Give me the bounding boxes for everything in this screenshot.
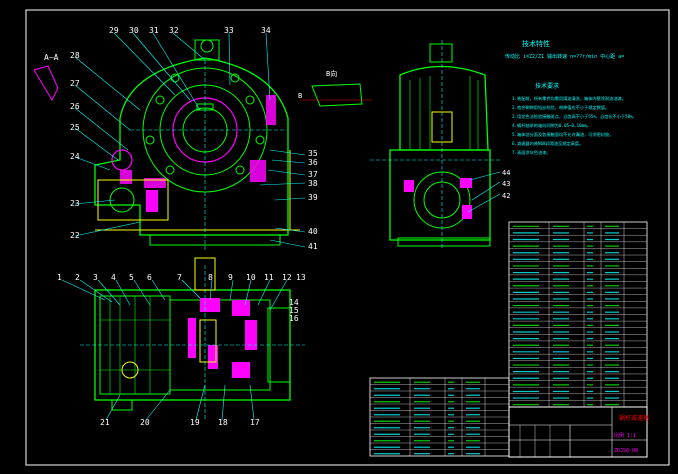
callout: 2 xyxy=(75,273,80,282)
note-line: 2.啮合侧隙用铅丝检验，侧隙值应不小于规定数值。 xyxy=(512,104,609,111)
side-view: 44 43 42 xyxy=(370,40,510,250)
callout: 32 xyxy=(169,26,179,35)
callout: 44 xyxy=(502,169,510,177)
section-label: A—A xyxy=(44,53,59,62)
side-housing-bottom xyxy=(389,149,491,241)
callout: 20 xyxy=(140,418,150,427)
callout: 38 xyxy=(308,179,318,188)
notes-title: 技术要求 xyxy=(535,82,559,90)
sheet-border xyxy=(25,9,670,466)
title-block-unit: 比例 1:1 xyxy=(614,432,636,439)
note-line: 4.蜗杆轴承的轴向间隙为0.05~0.10mm。 xyxy=(512,122,591,129)
cad-drawing-sheet: A—A B向 B 29 30 31 32 33 34 28 27 26 25 2… xyxy=(0,0,678,474)
callout: 5 xyxy=(129,273,134,282)
callout: 17 xyxy=(250,418,260,427)
note-line: 6.减速器内装N68润滑油至规定高度。 xyxy=(512,140,583,147)
callout: 33 xyxy=(224,26,234,35)
note-line: 5.箱体剖分面及各接触面均不允许漏油，可涂密封胶。 xyxy=(512,131,613,138)
callout: 36 xyxy=(308,158,318,167)
callout: 27 xyxy=(70,79,80,88)
callout: 39 xyxy=(308,193,318,202)
tech-title: 技术特性 xyxy=(522,39,550,48)
title-block: 蜗杆减速器 比例 1:1 ZDJSQ-00 xyxy=(508,406,649,458)
callout: 6 xyxy=(147,273,152,282)
callout: 41 xyxy=(308,242,318,251)
callout: 8 xyxy=(208,273,213,282)
base-foot xyxy=(149,234,281,246)
oil-gauge xyxy=(111,149,133,171)
callout: 23 xyxy=(70,199,80,208)
callout: 9 xyxy=(228,273,233,282)
tech-text-block: 技术特性 传动比 i=Z2/Z1 输出转速 n=??r/min 中心距 a= 技… xyxy=(505,39,637,156)
front-leaders xyxy=(74,32,306,248)
callout: 4 xyxy=(111,273,116,282)
callout: 31 xyxy=(149,26,159,35)
lifting-boss xyxy=(194,39,220,61)
callout: 42 xyxy=(502,192,510,200)
side-top-boss xyxy=(429,43,453,63)
marker-b: B xyxy=(298,92,302,100)
callout: 35 xyxy=(308,149,318,158)
note-line: 3.用涂色法检验接触斑点，沿齿高不小于55%，沿齿长不小于50%。 xyxy=(512,113,637,120)
tech-line: 传动比 i=Z2/Z1 输出转速 n=??r/min 中心距 a= xyxy=(505,53,624,60)
callout: 34 xyxy=(261,26,271,35)
callout: 43 xyxy=(502,180,510,188)
note-line: 1.装配前，所有零件均需用煤油清洗，箱体内壁涂耐油油漆。 xyxy=(512,95,626,102)
worm-section xyxy=(146,190,158,212)
detail-sketch xyxy=(33,65,59,102)
side-housing-top xyxy=(399,65,489,151)
callout: 12 xyxy=(282,273,292,282)
callout: 25 xyxy=(70,123,80,132)
callout: 18 xyxy=(218,418,228,427)
callout: 21 xyxy=(100,418,110,427)
callout: 1 xyxy=(57,273,62,282)
callout: 40 xyxy=(308,227,318,236)
plan-view xyxy=(80,257,305,420)
callout: 22 xyxy=(70,231,80,240)
callout: 37 xyxy=(308,170,318,179)
front-section-view: A—A B向 B xyxy=(33,39,372,250)
callout: 26 xyxy=(70,102,80,111)
callout: 19 xyxy=(190,418,200,427)
callout: 7 xyxy=(177,273,182,282)
plan-drain xyxy=(111,399,133,411)
side-base xyxy=(397,237,491,247)
eye-bolt xyxy=(200,39,214,53)
view-b-label: B向 xyxy=(326,69,337,78)
drawing-canvas: A—A B向 B 29 30 31 32 33 34 28 27 26 25 2… xyxy=(25,9,670,466)
callout: 24 xyxy=(70,152,80,161)
callout: 28 xyxy=(70,51,80,60)
note-line: 7.表面涂灰色油漆。 xyxy=(512,149,551,156)
title-block-drawing-no: ZDJSQ-00 xyxy=(614,448,638,454)
parts-list-table xyxy=(508,221,648,408)
title-block-name: 蜗杆减速器 xyxy=(619,414,649,422)
callout: 10 xyxy=(246,273,256,282)
callout: 11 xyxy=(264,273,274,282)
callout: 16 xyxy=(289,314,299,323)
callout: 13 xyxy=(296,273,306,282)
callout: 30 xyxy=(129,26,139,35)
callout: 29 xyxy=(109,26,119,35)
parts-list-table-lower xyxy=(369,377,510,457)
callout: 3 xyxy=(93,273,98,282)
view-b-sketch xyxy=(311,83,363,107)
